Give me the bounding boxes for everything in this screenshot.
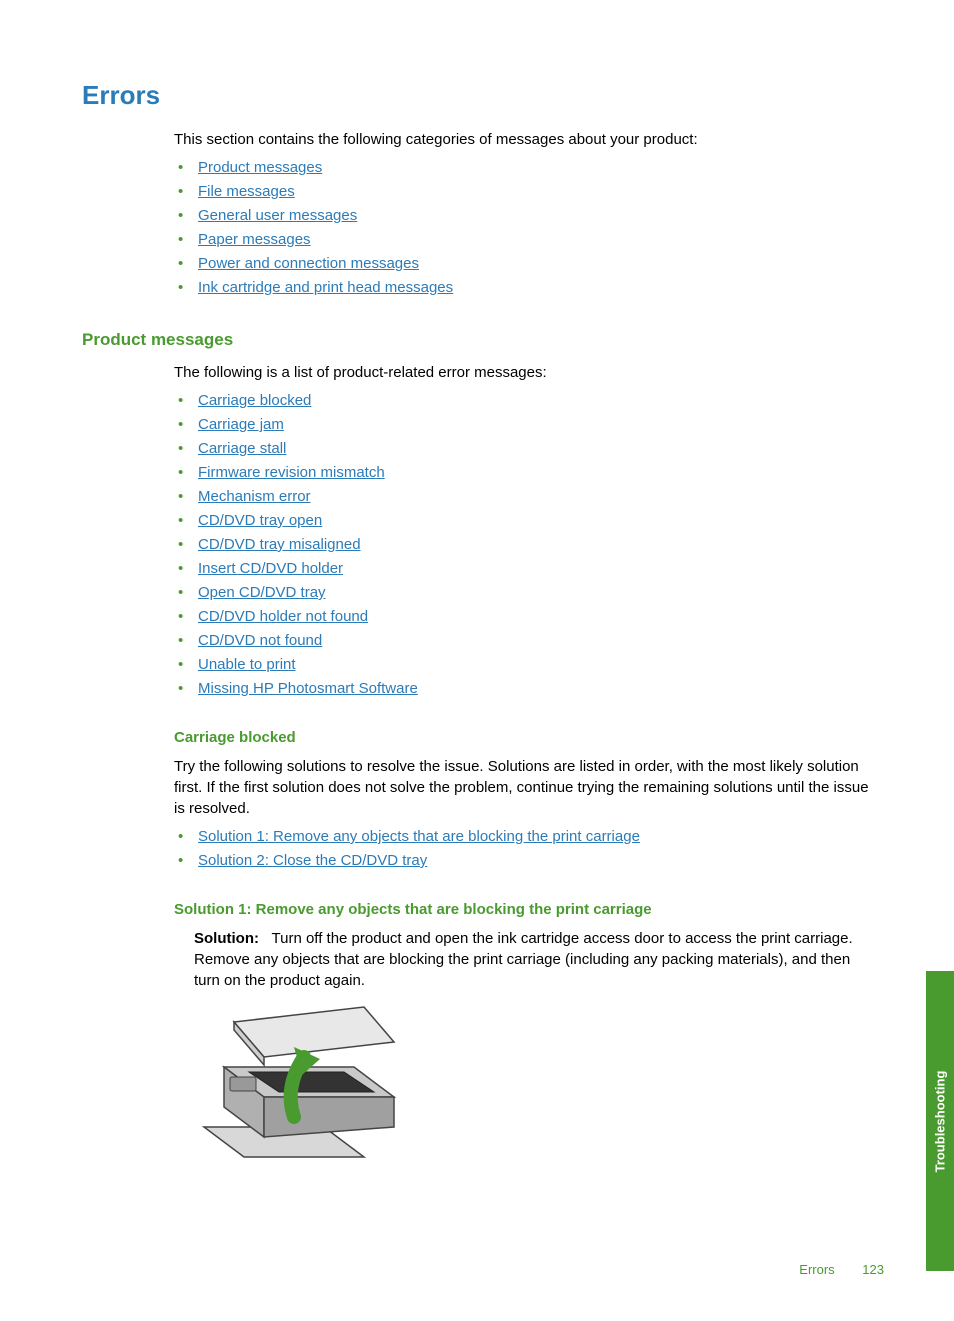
solution-1-body: Solution: Turn off the product and open … [194,928,872,991]
product-messages-list: Carriage blocked Carriage jam Carriage s… [174,389,872,701]
solution-label: Solution: [194,930,259,947]
link-cddvd-not-found[interactable]: CD/DVD not found [198,632,322,649]
link-mechanism-error[interactable]: Mechanism error [198,488,311,505]
page-footer: Errors 123 [799,1262,884,1277]
side-tab-troubleshooting: Troubleshooting [926,971,954,1271]
side-tab-label: Troubleshooting [933,1070,948,1172]
page-number: 123 [862,1262,884,1277]
link-open-cddvd-tray[interactable]: Open CD/DVD tray [198,584,326,601]
printer-icon [194,997,414,1167]
link-insert-cddvd-holder[interactable]: Insert CD/DVD holder [198,560,343,577]
solution-1-text: Turn off the product and open the ink ca… [194,930,853,989]
carriage-blocked-text: Try the following solutions to resolve t… [174,756,872,819]
link-cddvd-tray-open[interactable]: CD/DVD tray open [198,512,322,529]
link-product-messages[interactable]: Product messages [198,159,322,176]
carriage-blocked-solutions-list: Solution 1: Remove any objects that are … [174,825,872,873]
link-general-user-messages[interactable]: General user messages [198,207,357,224]
heading-carriage-blocked: Carriage blocked [174,729,872,746]
intro-product-messages: The following is a list of product-relat… [174,362,872,383]
link-firmware-mismatch[interactable]: Firmware revision mismatch [198,464,385,481]
link-cddvd-tray-misaligned[interactable]: CD/DVD tray misaligned [198,536,361,553]
link-solution-2[interactable]: Solution 2: Close the CD/DVD tray [198,852,427,869]
link-power-connection-messages[interactable]: Power and connection messages [198,255,419,272]
link-cddvd-holder-not-found[interactable]: CD/DVD holder not found [198,608,368,625]
printer-illustration [194,997,872,1171]
link-unable-to-print[interactable]: Unable to print [198,656,296,673]
heading-product-messages: Product messages [82,330,872,350]
link-carriage-blocked[interactable]: Carriage blocked [198,392,311,409]
link-paper-messages[interactable]: Paper messages [198,231,311,248]
link-missing-hp-photosmart[interactable]: Missing HP Photosmart Software [198,680,418,697]
heading-errors: Errors [82,80,872,111]
link-carriage-jam[interactable]: Carriage jam [198,416,284,433]
link-ink-cartridge-messages[interactable]: Ink cartridge and print head messages [198,279,453,296]
link-carriage-stall[interactable]: Carriage stall [198,440,286,457]
intro-categories: This section contains the following cate… [174,129,872,150]
link-solution-1[interactable]: Solution 1: Remove any objects that are … [198,828,640,845]
category-list: Product messages File messages General u… [174,156,872,300]
footer-section-label: Errors [799,1262,834,1277]
heading-solution-1: Solution 1: Remove any objects that are … [174,901,872,918]
link-file-messages[interactable]: File messages [198,183,295,200]
